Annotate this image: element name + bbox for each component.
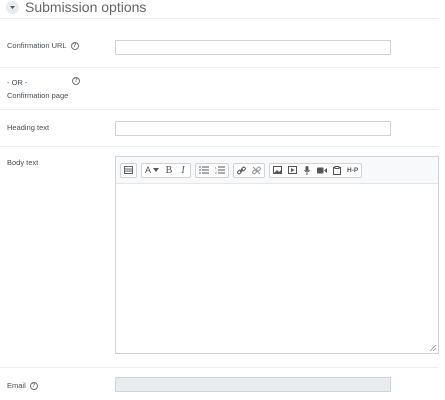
toolbar-group: H-P (269, 162, 363, 178)
video-camera-icon[interactable] (314, 164, 330, 177)
divider (0, 146, 439, 147)
help-icon[interactable]: ? (29, 381, 38, 390)
unlink-icon[interactable] (249, 164, 264, 177)
help-icon[interactable]: ? (72, 77, 80, 85)
toolbar-group (120, 162, 137, 178)
divider (0, 109, 439, 110)
svg-text:2: 2 (215, 171, 217, 174)
resize-handle-icon[interactable] (430, 345, 436, 351)
section-header[interactable]: Submission options (6, 0, 147, 15)
manage-files-icon[interactable] (330, 164, 344, 177)
toolbar-group: 12 (195, 162, 230, 178)
unordered-list-icon[interactable] (196, 164, 212, 177)
heading-text-input[interactable] (115, 121, 391, 136)
divider (0, 18, 439, 19)
divider (0, 367, 439, 368)
editor-toolbar: A B I 12 H-P (116, 157, 438, 184)
section-title: Submission options (25, 0, 147, 15)
show-more-buttons-icon[interactable] (121, 164, 136, 177)
microphone-icon[interactable] (300, 164, 314, 177)
toolbar-group: A B I (141, 162, 192, 178)
svg-text:1: 1 (215, 166, 217, 170)
ordered-list-icon[interactable]: 12 (212, 164, 228, 177)
bold-button[interactable]: B (162, 164, 176, 177)
chevron-down-icon (153, 168, 160, 172)
body-text-editor[interactable]: A B I 12 H-P (115, 156, 439, 354)
image-icon[interactable] (270, 164, 285, 177)
divider (0, 67, 439, 68)
confirmation-page-label: Confirmation page (7, 91, 69, 100)
confirmation-url-label: Confirmation URL ? (7, 41, 79, 50)
italic-button[interactable]: I (176, 164, 190, 177)
h5p-icon[interactable]: H-P (344, 164, 361, 177)
media-icon[interactable] (285, 164, 300, 177)
collapse-toggle-icon[interactable] (6, 0, 19, 14)
email-label: Email ? (7, 381, 38, 390)
toolbar-group (233, 162, 266, 178)
confirmation-url-input[interactable] (115, 40, 391, 55)
link-icon[interactable] (234, 164, 249, 177)
font-size-button[interactable]: A (142, 164, 162, 177)
email-input[interactable] (115, 377, 391, 392)
or-label: - OR - (7, 78, 28, 87)
help-icon[interactable]: ? (70, 41, 79, 50)
heading-text-label: Heading text (7, 123, 50, 132)
body-text-label: Body text (7, 158, 39, 167)
